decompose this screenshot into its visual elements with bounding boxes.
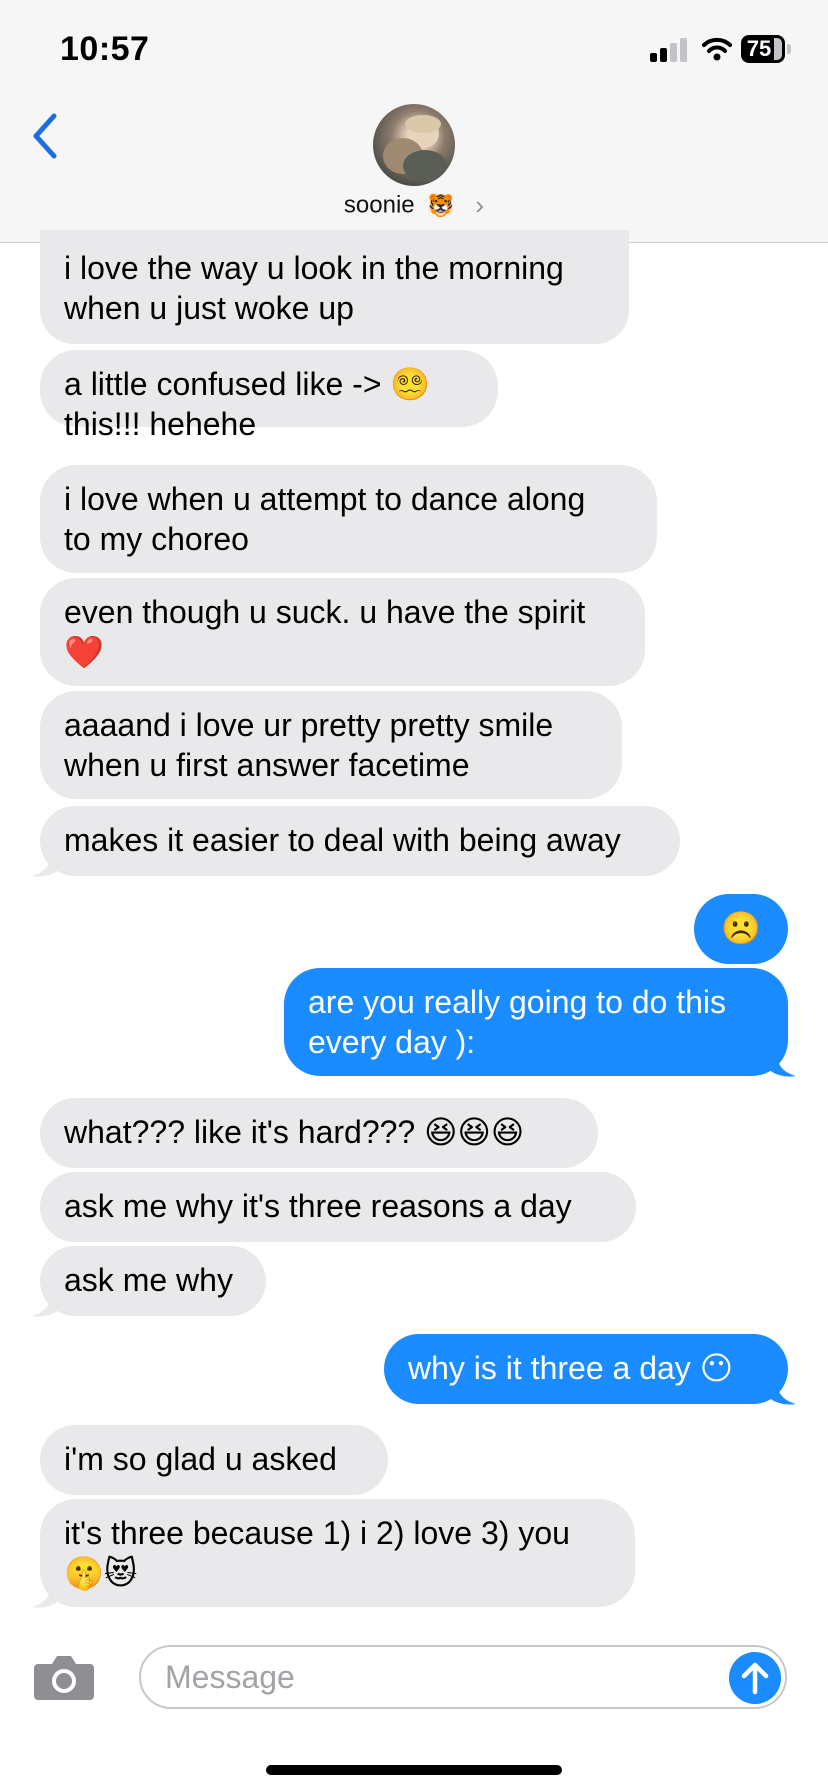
contact-details-link[interactable]: soonie 🐯 › [0, 190, 828, 221]
message-bubble-outgoing[interactable]: why is it three a day 😶 [384, 1334, 788, 1404]
bubble-tail [768, 1376, 796, 1405]
message-bubble-incoming[interactable]: makes it easier to deal with being away [40, 806, 680, 876]
message-bubble-incoming[interactable]: ask me why it's three reasons a day [40, 1172, 636, 1242]
message-bubble-incoming[interactable]: aaaand i love ur pretty pretty smile whe… [40, 691, 622, 799]
status-bar: 10:57 75 [0, 0, 828, 96]
back-chevron-icon[interactable] [26, 110, 66, 162]
camera-icon[interactable] [32, 1652, 96, 1702]
cellular-signal-icon [650, 36, 690, 62]
message-bubble-incoming[interactable]: a little confused like -> 😵‍💫 this!!! he… [40, 350, 498, 442]
contact-emoji: 🐯 [427, 192, 455, 218]
message-bubble-incoming[interactable]: i love when u attempt to dance along to … [40, 465, 657, 573]
message-bubble-incoming[interactable]: even though u suck. u have the spirit ❤️ [40, 578, 645, 686]
status-time: 10:57 [60, 30, 150, 68]
contact-chevron-icon: › [475, 190, 485, 220]
messages-screen: soonie 🐯 › 10:57 75 i love the way u loo… [0, 0, 828, 1792]
message-bubble-incoming[interactable]: ask me why [40, 1246, 266, 1316]
bubble-tail [32, 1579, 60, 1608]
message-bubble-incoming[interactable]: i love the way u look in the morning whe… [40, 230, 629, 344]
contact-name: soonie [343, 191, 415, 219]
bubble-tail [768, 1048, 796, 1077]
battery-icon: 75 [741, 35, 791, 63]
avatar[interactable] [373, 104, 455, 186]
avatar-photo [383, 115, 447, 182]
home-indicator[interactable] [266, 1765, 562, 1775]
message-bubble-incoming[interactable]: what??? like it's hard??? 😆😆😆 [40, 1098, 598, 1168]
message-field[interactable] [139, 1645, 787, 1709]
message-bubble-outgoing[interactable]: ☹️ [694, 894, 788, 964]
battery-level: 75 [746, 36, 772, 61]
send-arrow-icon[interactable] [729, 1652, 781, 1704]
message-bubble-incoming[interactable]: i'm so glad u asked [40, 1425, 388, 1495]
message-bubble-incoming[interactable]: it's three because 1) i 2) love 3) you 🤫… [40, 1499, 635, 1607]
message-bubble-outgoing[interactable]: are you really going to do this every da… [284, 968, 788, 1076]
message-input[interactable] [165, 1655, 705, 1699]
wifi-icon [702, 37, 732, 61]
bubble-tail [32, 848, 60, 877]
bubble-tail [32, 1288, 60, 1317]
